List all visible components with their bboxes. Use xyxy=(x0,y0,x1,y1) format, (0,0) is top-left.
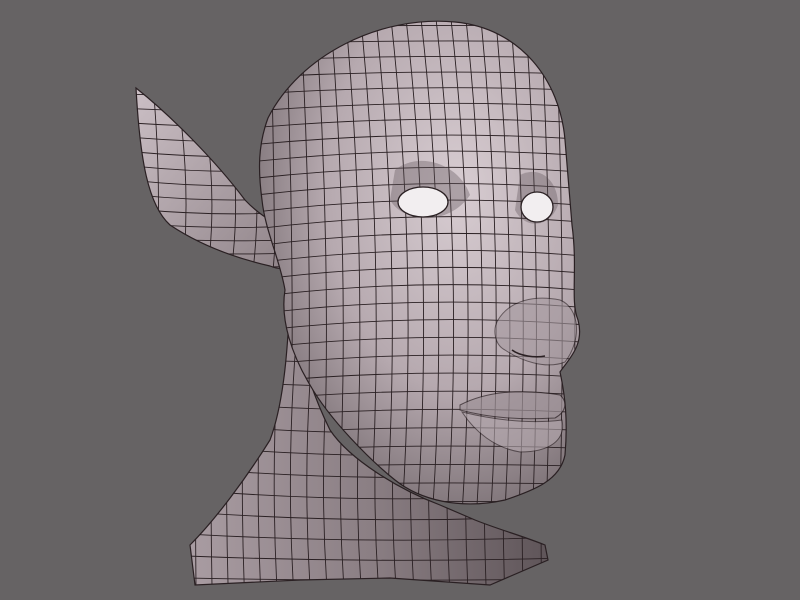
head-mesh-edge-v xyxy=(255,10,257,520)
head-render xyxy=(135,10,587,586)
right-eye xyxy=(520,191,554,223)
head-mesh-edge-v xyxy=(585,10,587,520)
left-eye xyxy=(397,186,449,218)
viewport xyxy=(0,0,800,600)
